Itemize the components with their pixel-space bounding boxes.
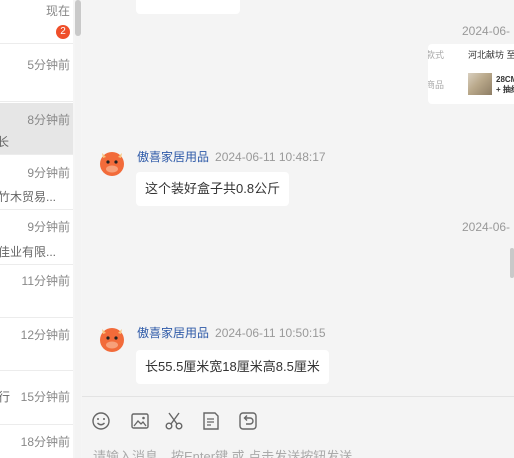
conversation-time: 8分钟前 [27, 113, 70, 127]
product-thumbnail [468, 73, 492, 95]
conversation-item[interactable]: 现在 2 [0, 0, 73, 44]
conversation-item[interactable]: 11分钟前 [0, 265, 73, 318]
sidebar-scrollbar[interactable] [75, 0, 81, 458]
conversation-snippet: 行 [0, 390, 11, 404]
conversation-time: 9分钟前 [27, 220, 70, 234]
message-sender-line: 傲喜家居用品 2024-06-11 10:50:15 [137, 324, 326, 341]
conversation-item[interactable]: 8分钟前 长 [0, 103, 73, 155]
input-divider [82, 396, 514, 397]
message-bubble: 这个装好盒子共0.8公斤 [136, 172, 290, 206]
order-icon[interactable] [200, 410, 222, 432]
conversation-item[interactable]: 12分钟前 [0, 318, 73, 371]
message-sender-line: 傲喜家居用品 2024-06-11 10:48:17 [137, 148, 326, 165]
scrollbar-thumb[interactable] [75, 0, 81, 36]
message-input[interactable]: 请输入消息，按Enter键 或 点击发送按钮发送 [93, 446, 352, 458]
sender-name[interactable]: 傲喜家居用品 [137, 150, 209, 164]
conversation-snippet: 长 [0, 135, 10, 149]
message-timestamp: 2024-06-11 10:48:17 [215, 150, 326, 164]
conversation-item[interactable]: 9分钟前 竹木贸易... [0, 155, 73, 210]
order-card-value: 河北献坊 至 [468, 50, 514, 60]
cow-avatar-icon [100, 152, 124, 176]
conversation-time: 12分钟前 [20, 328, 70, 342]
message-time: 2024-06- [462, 24, 511, 38]
cow-avatar-icon [100, 328, 124, 352]
message-timestamp: 2024-06-11 10:50:15 [215, 326, 326, 340]
scissors-icon[interactable] [163, 410, 185, 432]
emoji-icon[interactable] [90, 410, 112, 432]
conversation-time: 18分钟前 [20, 435, 70, 449]
conversation-time: 5分钟前 [27, 58, 70, 72]
message-time: 2024-06- [462, 220, 511, 234]
order-card[interactable]: 款式 河北献坊 至 商品 28CM + 抽纸 [428, 44, 514, 104]
sender-name[interactable]: 傲喜家居用品 [137, 326, 209, 340]
history-icon[interactable] [237, 410, 259, 432]
message-bubble [136, 0, 240, 14]
conversation-snippet: 竹木贸易... [0, 190, 57, 204]
conversation-item[interactable]: 18分钟前 [0, 425, 73, 458]
conversation-item[interactable]: 15分钟前 行 [0, 371, 73, 425]
conversation-time: 9分钟前 [27, 166, 70, 180]
order-card-label: 款式 [428, 50, 445, 60]
product-name: 28CM + 抽纸 [496, 75, 514, 94]
message-bubble: 长55.5厘米宽18厘米高8.5厘米 [136, 350, 329, 384]
conversation-item[interactable]: 9分钟前 佳业有限... [0, 210, 73, 265]
unread-badge: 2 [56, 25, 70, 39]
chat-panel: 2024-06- 款式 河北献坊 至 商品 28CM + 抽纸 傲喜家居用品 20… [82, 0, 514, 458]
conversation-time: 15分钟前 [20, 390, 70, 404]
conversation-time: 现在 [45, 4, 70, 18]
conversation-item[interactable]: 5分钟前 [0, 44, 73, 102]
conversation-snippet: 佳业有限... [0, 245, 57, 259]
conversation-list: 现在 2 5分钟前 8分钟前 长 9分钟前 竹木贸易... 9分钟前 佳业有限.… [0, 0, 73, 458]
conversation-time: 11分钟前 [21, 274, 70, 288]
order-card-label: 商品 [428, 80, 445, 90]
image-icon[interactable] [129, 410, 151, 432]
chat-scrollbar[interactable] [510, 248, 514, 278]
